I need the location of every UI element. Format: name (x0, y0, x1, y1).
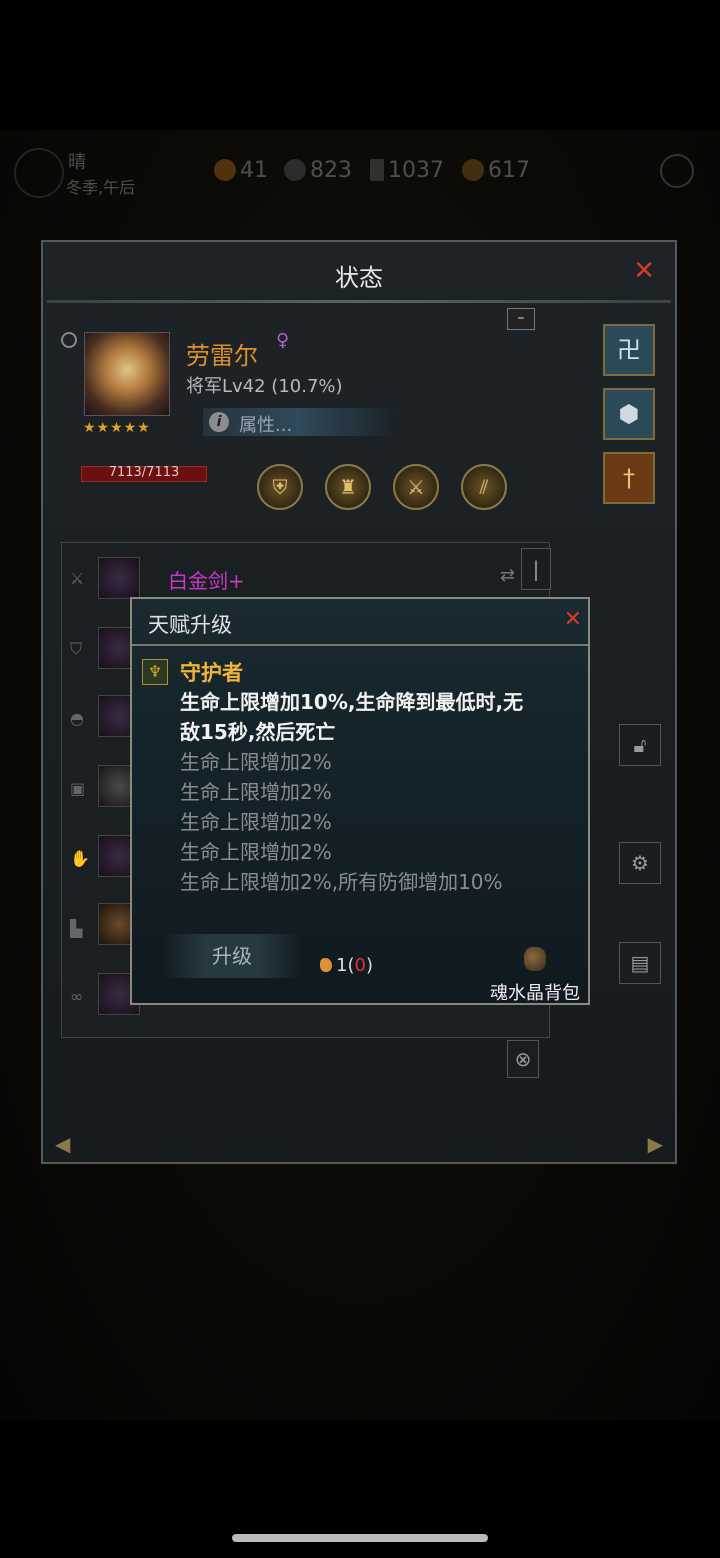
talent-level: 生命上限增加2% (180, 750, 332, 774)
shield-skill-icon[interactable]: ⛨ (257, 464, 303, 510)
prev-arrow-icon[interactable]: ◀ (55, 1132, 70, 1156)
hero-name: 劳雷尔 (186, 342, 258, 370)
soul-crystal-icon (320, 958, 332, 972)
next-arrow-icon[interactable]: ▶ (648, 1132, 663, 1156)
top-hud: 晴 冬季,午后 41 823 1037 617 (0, 140, 720, 200)
resource-food: 41 (214, 158, 268, 183)
hp-text: 7113/7113 (108, 465, 180, 480)
panel-title: 状态 (335, 264, 383, 292)
talent-description-line-2: 敌15秒,然后死亡 (180, 720, 336, 744)
scroll-handle[interactable]: | (521, 548, 551, 590)
crystal-bag-icon[interactable] (524, 947, 546, 971)
profile-icon[interactable] (660, 154, 694, 188)
soul-crystal-bag-label[interactable]: 魂水晶背包 (490, 979, 580, 1005)
weapon-name: 白金剑+ (168, 569, 245, 593)
swap-icon[interactable]: ⇄ (500, 565, 515, 586)
hero-stars: ★★★★★ (83, 420, 151, 436)
talent-level: 生命上限增加2% (180, 810, 332, 834)
resource-stone: 823 (284, 158, 352, 183)
boots-slot-icon: ▙ (70, 919, 83, 938)
talent-level: 生命上限增加2% (180, 840, 332, 864)
rune-icon[interactable]: 卍 (603, 324, 655, 376)
shield-slot-icon: ⛉ (70, 639, 83, 658)
talent-description-line-1: 生命上限增加10%,生命降到最低时,无 (180, 690, 524, 714)
stone-icon (284, 159, 306, 181)
lightning-icon (370, 159, 384, 181)
blades-skill-icon[interactable]: ⫽ (461, 464, 507, 510)
refresh-icon[interactable] (61, 332, 77, 348)
hero-portrait[interactable] (84, 332, 170, 416)
armor-slot-icon: ▣ (70, 779, 86, 798)
gloves-slot-icon: ✋ (70, 849, 90, 868)
dialog-title: 天赋升级 (148, 613, 232, 637)
attributes-label: 属性... (239, 415, 293, 436)
food-icon (214, 159, 236, 181)
armor-skill-icon[interactable]: ♜ (325, 464, 371, 510)
wrench-icon[interactable]: ⚙ (619, 842, 661, 884)
talent-upgrade-dialog: 天赋升级 ✕ ♆ 守护者 生命上限增加10%,生命降到最低时,无 敌15秒,然后… (130, 597, 590, 1005)
swords-skill-icon[interactable]: ⚔ (393, 464, 439, 510)
talent-level: 生命上限增加2% (180, 780, 332, 804)
collapse-button[interactable]: – (507, 308, 535, 330)
turtle-shell-icon[interactable]: ⬢ (603, 388, 655, 440)
close-icon[interactable]: ✕ (564, 607, 582, 632)
weather-icon (14, 148, 64, 198)
talent-level: 生命上限增加2%,所有防御增加10% (180, 870, 503, 894)
weapon-slot[interactable] (98, 557, 140, 599)
talent-name: 守护者 (180, 661, 243, 685)
female-icon: ♀ (276, 330, 290, 351)
laurel-sword-icon[interactable]: † (603, 452, 655, 504)
accessory-slot-icon: ∞ (70, 987, 84, 1006)
helmet-slot-icon: ◓ (70, 709, 84, 728)
dialog-divider (132, 644, 588, 646)
weather-text: 晴 (68, 152, 86, 173)
attributes-button[interactable]: i 属性... (203, 408, 393, 436)
sword-slot-icon: ⚔ (70, 569, 85, 588)
home-indicator[interactable] (232, 1534, 488, 1542)
remove-icon[interactable]: ⊗ (507, 1040, 539, 1078)
info-icon: i (209, 412, 229, 432)
upgrade-cost: 1(0) (320, 955, 373, 976)
close-icon[interactable]: ✕ (633, 256, 655, 286)
unlock-icon[interactable]: 🔓︎ (619, 724, 661, 766)
document-icon[interactable]: ▤ (619, 942, 661, 984)
title-divider (47, 300, 671, 303)
hp-bar: 7113/7113 (81, 465, 207, 482)
season-time-text: 冬季,午后 (66, 178, 136, 197)
guardian-talent-icon: ♆ (142, 659, 168, 685)
resource-energy: 1037 (370, 158, 444, 183)
resource-gold: 617 (462, 158, 530, 183)
coin-icon (462, 159, 484, 181)
hero-rank: 将军Lv42 (10.7%) (186, 376, 343, 397)
upgrade-button[interactable]: 升级 (162, 934, 302, 978)
